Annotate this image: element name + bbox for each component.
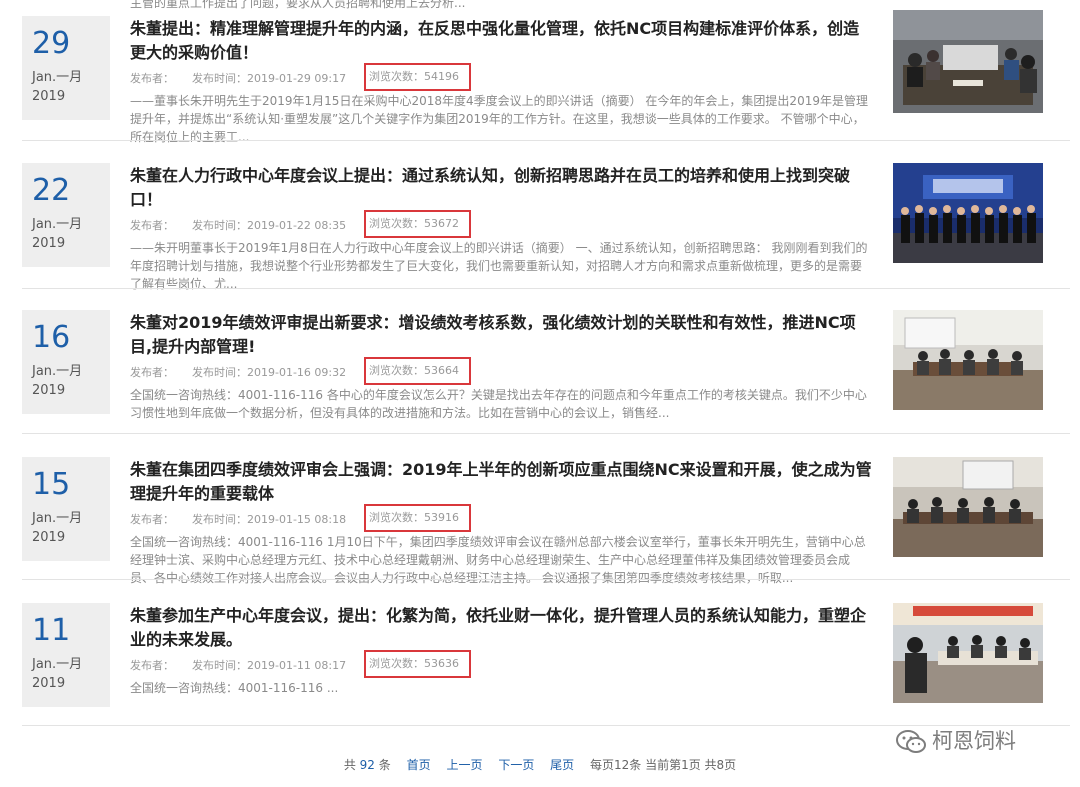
first-page-link[interactable]: 首页 <box>407 756 431 774</box>
publisher-label: 发布者： <box>130 219 174 232</box>
news-summary: ——董事长朱开明先生于2019年1月15日在采购中心2018年度4季度会议上的即… <box>130 94 868 144</box>
view-count-highlight: 浏览次数：53916 <box>364 504 471 532</box>
news-item[interactable]: 15 Jan.一月 2019 朱董在集团四季度绩效评审会上强调：2019年上半年… <box>0 457 1080 604</box>
publisher-label: 发布者： <box>130 366 174 379</box>
pubtime-label: 发布时间： <box>192 659 247 672</box>
date-day: 15 <box>32 467 71 502</box>
news-title-link[interactable]: 朱董在集团四季度绩效评审会上强调：2019年上半年的创新项应重点围绕NC来设置和… <box>130 458 875 506</box>
item-divider <box>22 579 1070 580</box>
item-divider <box>22 288 1070 289</box>
news-thumbnail[interactable] <box>893 603 1043 706</box>
watermark-text: 柯恩饲料 <box>932 729 1016 753</box>
previous-item-summary-tail: 主管的重点工作提出了问题，要求从人员招聘和使用上去分析... <box>130 0 466 10</box>
pubtime-label: 发布时间： <box>192 513 247 526</box>
total-suffix: 条 <box>378 758 391 772</box>
news-thumbnail[interactable] <box>893 10 1043 113</box>
wechat-icon <box>896 730 926 753</box>
news-meta: 发布者： 发布时间：2019-01-29 09:17 <box>130 71 875 87</box>
stage-group-photo-icon <box>893 163 1043 263</box>
date-day: 29 <box>32 26 71 61</box>
pagination-total: 共 92 条 <box>344 756 391 774</box>
date-day: 16 <box>32 320 71 355</box>
date-month: Jan.一月 <box>32 217 83 232</box>
pubtime-label: 发布时间： <box>192 366 247 379</box>
date-badge: 16 Jan.一月 2019 <box>22 310 110 414</box>
news-summary: 全国统一咨询热线：4001-116-116 各中心的年度会议怎么开？关键是找出去… <box>130 388 867 420</box>
date-day: 11 <box>32 613 71 648</box>
page-info: 每页12条 当前第1页 共8页 <box>590 758 737 772</box>
date-year: 2019 <box>32 530 66 545</box>
news-title-link[interactable]: 朱董对2019年绩效评审提出新要求：增设绩效考核系数，强化绩效计划的关联性和有效… <box>130 311 875 359</box>
views-label: 浏览次数： <box>369 657 424 670</box>
views-value: 53664 <box>424 364 459 377</box>
item-divider <box>22 433 1070 434</box>
news-thumbnail[interactable] <box>893 310 1043 413</box>
views-value: 54196 <box>424 70 459 83</box>
date-month: Jan.一月 <box>32 364 83 379</box>
date-day: 22 <box>32 173 71 208</box>
news-meta: 发布者： 发布时间：2019-01-22 08:35 <box>130 218 875 234</box>
views-label: 浏览次数： <box>369 217 424 230</box>
wechat-watermark: 柯恩饲料 <box>896 724 1056 758</box>
view-count-highlight: 浏览次数：53636 <box>364 650 471 678</box>
date-year: 2019 <box>32 236 66 251</box>
item-divider <box>22 140 1070 141</box>
prev-page-link[interactable]: 上一页 <box>446 756 482 774</box>
news-title-link[interactable]: 朱董提出：精准理解管理提升年的内涵，在反思中强化量化管理，依托NC项目构建标准评… <box>130 17 875 65</box>
date-year: 2019 <box>32 676 66 691</box>
news-meta: 发布者： 发布时间：2019-01-16 09:32 <box>130 365 875 381</box>
news-title-link[interactable]: 朱董在人力行政中心年度会议上提出：通过系统认知，创新招聘思路并在员工的培养和使用… <box>130 164 875 212</box>
date-badge: 11 Jan.一月 2019 <box>22 603 110 707</box>
date-month: Jan.一月 <box>32 511 83 526</box>
meeting-photo-icon <box>893 603 1043 703</box>
news-thumbnail[interactable] <box>893 163 1043 266</box>
meeting-photo-icon <box>893 10 1043 113</box>
publisher-label: 发布者： <box>130 659 174 672</box>
pubtime-label: 发布时间： <box>192 72 247 85</box>
news-title-link[interactable]: 朱董参加生产中心年度会议，提出：化繁为简，依托业财一体化，提升管理人员的系统认知… <box>130 604 875 652</box>
publisher-label: 发布者： <box>130 513 174 526</box>
last-page-link[interactable]: 尾页 <box>550 756 574 774</box>
news-meta: 发布者： 发布时间：2019-01-15 08:18 <box>130 512 875 528</box>
date-year: 2019 <box>32 89 66 104</box>
date-badge: 22 Jan.一月 2019 <box>22 163 110 267</box>
total-count: 92 <box>359 758 375 772</box>
news-thumbnail[interactable] <box>893 457 1043 560</box>
total-prefix: 共 <box>343 758 356 772</box>
view-count-highlight: 浏览次数：53664 <box>364 357 471 385</box>
views-label: 浏览次数： <box>369 511 424 524</box>
views-value: 53672 <box>424 217 459 230</box>
news-item[interactable]: 16 Jan.一月 2019 朱董对2019年绩效评审提出新要求：增设绩效考核系… <box>0 310 1080 457</box>
views-value: 53916 <box>424 511 459 524</box>
date-month: Jan.一月 <box>32 657 83 672</box>
pubtime-label: 发布时间： <box>192 219 247 232</box>
news-summary: ——朱开明董事长于2019年1月8日在人力行政中心年度会议上的即兴讲话（摘要） … <box>130 241 868 291</box>
views-label: 浏览次数： <box>369 70 424 83</box>
view-count-highlight: 浏览次数：53672 <box>364 210 471 238</box>
views-value: 53636 <box>424 657 459 670</box>
views-label: 浏览次数： <box>369 364 424 377</box>
conference-room-photo-icon <box>893 310 1043 410</box>
next-page-link[interactable]: 下一页 <box>498 756 534 774</box>
publisher-label: 发布者： <box>130 72 174 85</box>
news-meta: 发布者： 发布时间：2019-01-11 08:17 <box>130 658 875 674</box>
meeting-photo-icon <box>893 457 1043 557</box>
date-month: Jan.一月 <box>32 70 83 85</box>
date-badge: 29 Jan.一月 2019 <box>22 16 110 120</box>
date-year: 2019 <box>32 383 66 398</box>
view-count-highlight: 浏览次数：54196 <box>364 63 471 91</box>
pagination: 共 92 条 首页 上一页 下一页 尾页 每页12条 当前第1页 共8页 <box>0 756 1080 774</box>
date-badge: 15 Jan.一月 2019 <box>22 457 110 561</box>
